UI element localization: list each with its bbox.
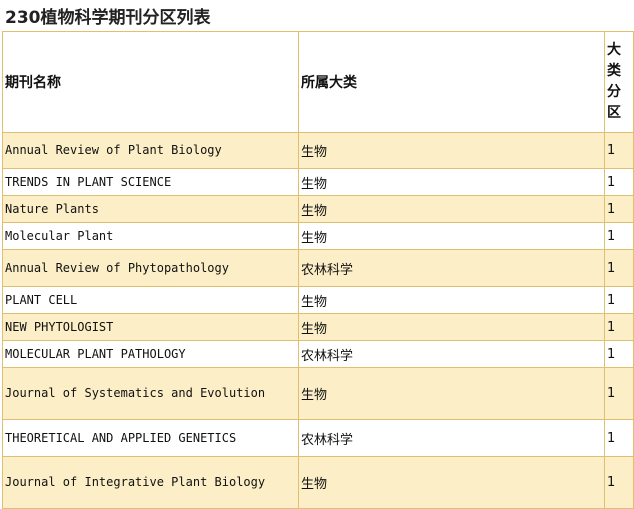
table-row: NEW PHYTOLOGIST 生物 1: [2, 313, 634, 341]
header-journal-name: 期刊名称: [2, 31, 299, 133]
header-zone-char: 区: [607, 105, 621, 121]
header-zone-char: 分: [607, 84, 621, 100]
category-cell: 农林科学: [298, 419, 605, 457]
journal-name-cell: Journal of Systematics and Evolution: [2, 367, 299, 420]
zone-cell: 1: [604, 313, 634, 341]
zone-cell: 1: [604, 168, 634, 196]
category-cell: 生物: [298, 313, 605, 341]
journal-table: 期刊名称 所属大类 大 类 分 区 Annual Review of Plant…: [2, 31, 634, 509]
zone-cell: 1: [604, 456, 634, 509]
category-cell: 农林科学: [298, 340, 605, 368]
journal-name-cell: THEORETICAL AND APPLIED GENETICS: [2, 419, 299, 457]
category-cell: 生物: [298, 132, 605, 169]
table-header-row: 期刊名称 所属大类 大 类 分 区: [2, 31, 634, 133]
table-row: PLANT CELL 生物 1: [2, 286, 634, 314]
journal-name-cell: Annual Review of Phytopathology: [2, 249, 299, 287]
table-row: Journal of Integrative Plant Biology 生物 1: [2, 456, 634, 509]
page-title: 230植物科学期刊分区列表: [5, 8, 211, 28]
zone-cell: 1: [604, 286, 634, 314]
table-row: Molecular Plant 生物 1: [2, 222, 634, 250]
zone-cell: 1: [604, 249, 634, 287]
journal-name-cell: MOLECULAR PLANT PATHOLOGY: [2, 340, 299, 368]
zone-cell: 1: [604, 340, 634, 368]
header-zone-char: 类: [607, 63, 621, 79]
table-row: MOLECULAR PLANT PATHOLOGY 农林科学 1: [2, 340, 634, 368]
journal-name-cell: PLANT CELL: [2, 286, 299, 314]
category-cell: 生物: [298, 367, 605, 420]
header-zone: 大 类 分 区: [604, 31, 634, 133]
category-cell: 生物: [298, 195, 605, 223]
category-cell: 生物: [298, 286, 605, 314]
journal-name-cell: NEW PHYTOLOGIST: [2, 313, 299, 341]
category-cell: 生物: [298, 222, 605, 250]
zone-cell: 1: [604, 132, 634, 169]
table-row: Nature Plants 生物 1: [2, 195, 634, 223]
table-row: Annual Review of Phytopathology 农林科学 1: [2, 249, 634, 287]
journal-name-cell: Nature Plants: [2, 195, 299, 223]
zone-cell: 1: [604, 222, 634, 250]
header-category: 所属大类: [298, 31, 605, 133]
journal-name-cell: Journal of Integrative Plant Biology: [2, 456, 299, 509]
journal-name-cell: TRENDS IN PLANT SCIENCE: [2, 168, 299, 196]
category-cell: 生物: [298, 168, 605, 196]
table-row: TRENDS IN PLANT SCIENCE 生物 1: [2, 168, 634, 196]
header-zone-char: 大: [607, 42, 621, 58]
zone-cell: 1: [604, 367, 634, 420]
table-row: Annual Review of Plant Biology 生物 1: [2, 132, 634, 169]
table-body: Annual Review of Plant Biology 生物 1 TRENDS …: [2, 132, 634, 509]
zone-cell: 1: [604, 419, 634, 457]
table-row: Journal of Systematics and Evolution 生物 1: [2, 367, 634, 420]
zone-cell: 1: [604, 195, 634, 223]
category-cell: 农林科学: [298, 249, 605, 287]
table-row: THEORETICAL AND APPLIED GENETICS 农林科学 1: [2, 419, 634, 457]
journal-name-cell: Molecular Plant: [2, 222, 299, 250]
category-cell: 生物: [298, 456, 605, 509]
journal-name-cell: Annual Review of Plant Biology: [2, 132, 299, 169]
